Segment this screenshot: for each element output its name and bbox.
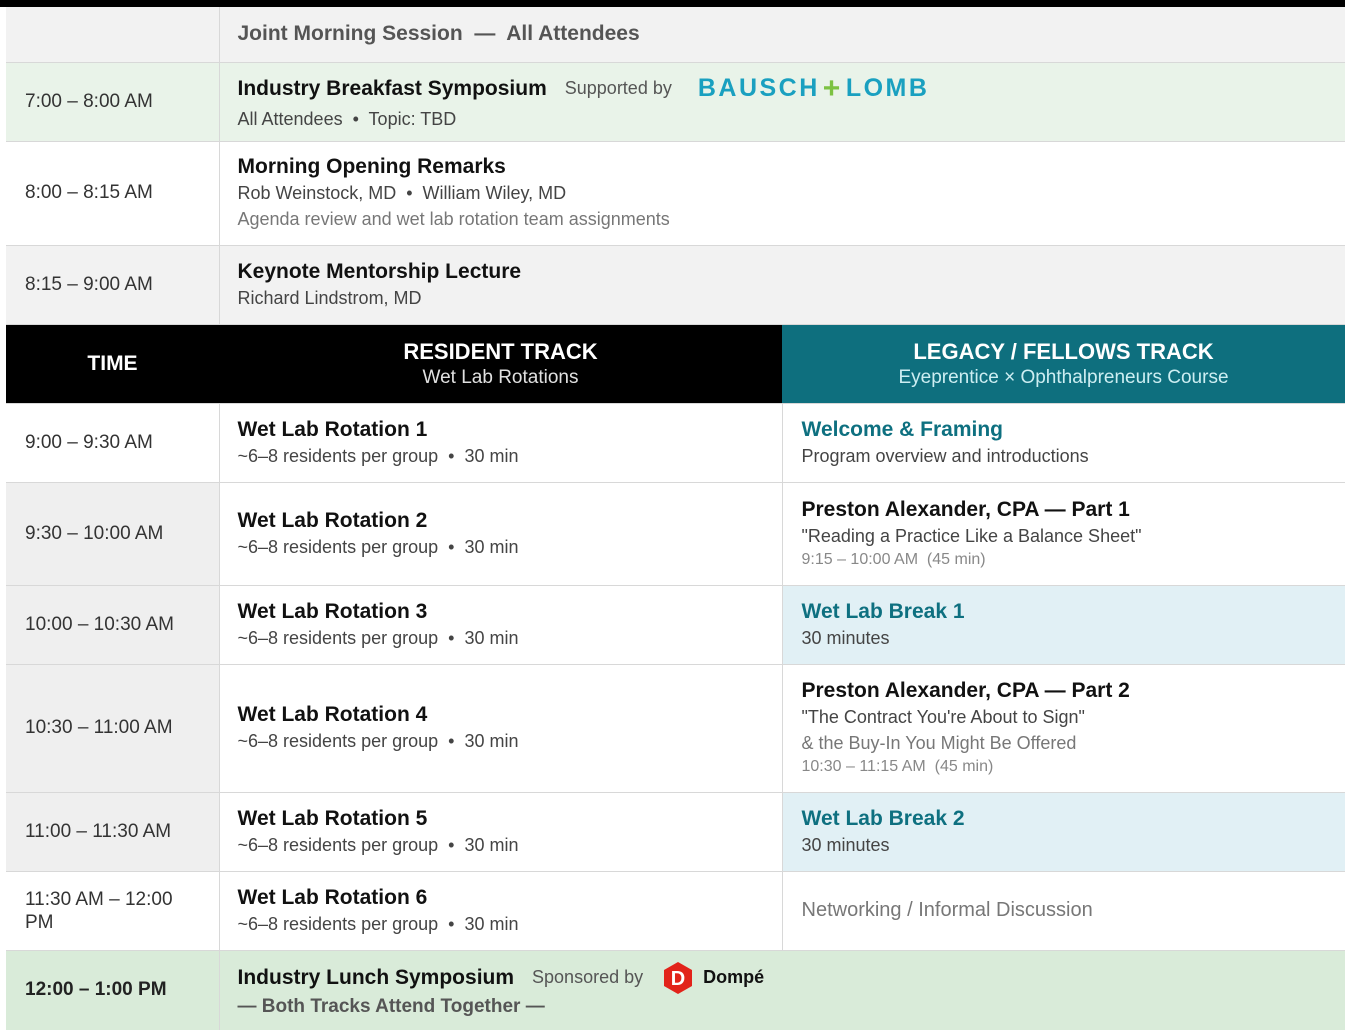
resident-cell: Wet Lab Rotation 1 ~6–8 residents per gr…: [219, 403, 782, 482]
joint-session-row: Joint Morning Session — All Attendees: [6, 7, 1345, 62]
joint-time-cell: [6, 7, 219, 62]
keynote-row: 8:15 – 9:00 AM Keynote Mentorship Lectur…: [6, 245, 1345, 324]
time-cell: 10:30 – 11:00 AM: [6, 664, 219, 792]
track-header-row: TIME RESIDENT TRACK Wet Lab Rotations LE…: [6, 324, 1345, 403]
opening-remarks-row: 8:00 – 8:15 AM Morning Opening Remarks R…: [6, 141, 1345, 245]
top-bar: [0, 0, 1345, 7]
time-cell: 9:30 – 10:00 AM: [6, 482, 219, 585]
legacy-session-time: 10:30 – 11:15 AM (45 min): [802, 756, 1345, 778]
dompe-name: Dompé: [703, 967, 764, 988]
legacy-break-cell: Wet Lab Break 1 30 minutes: [782, 585, 1345, 664]
resident-track-header: RESIDENT TRACK Wet Lab Rotations: [219, 324, 782, 403]
resident-cell: Wet Lab Rotation 2 ~6–8 residents per gr…: [219, 482, 782, 585]
keynote-title: Keynote Mentorship Lecture: [238, 259, 1345, 285]
joint-header-cell: Joint Morning Session — All Attendees: [219, 7, 1345, 62]
legacy-session-detail-2: & the Buy-In You Might Be Offered: [802, 730, 1345, 756]
legacy-break-cell: Wet Lab Break 2 30 minutes: [782, 792, 1345, 871]
resident-cell: Wet Lab Rotation 5 ~6–8 residents per gr…: [219, 792, 782, 871]
lunch-detail: — Both Tracks Attend Together —: [238, 995, 1345, 1019]
resident-session-detail: ~6–8 residents per group • 30 min: [238, 728, 782, 754]
resident-cell: Wet Lab Rotation 6 ~6–8 residents per gr…: [219, 871, 782, 950]
legacy-session-time: 9:15 – 10:00 AM (45 min): [802, 549, 1345, 571]
keynote-cell: Keynote Mentorship Lecture Richard Linds…: [219, 245, 1345, 324]
legacy-break-duration: 30 minutes: [802, 625, 1345, 651]
legacy-break-title: Wet Lab Break 1: [802, 599, 1345, 625]
resident-session-detail: ~6–8 residents per group • 30 min: [238, 625, 782, 651]
resident-track-subtitle: Wet Lab Rotations: [219, 366, 782, 390]
resident-session-detail: ~6–8 residents per group • 30 min: [238, 911, 782, 937]
time-cell: 8:15 – 9:00 AM: [6, 245, 219, 324]
legacy-cell: Welcome & Framing Program overview and i…: [782, 403, 1345, 482]
schedule-row: 10:00 – 10:30 AM Wet Lab Rotation 3 ~6–8…: [6, 585, 1345, 664]
resident-session-detail: ~6–8 residents per group • 30 min: [238, 443, 782, 469]
legacy-session-title: Welcome & Framing: [802, 417, 1345, 443]
lunch-row: 12:00 – 1:00 PM Industry Lunch Symposium…: [6, 950, 1345, 1030]
opening-note: Agenda review and wet lab rotation team …: [238, 206, 1345, 232]
resident-session-title: Wet Lab Rotation 3: [238, 599, 782, 625]
sponsored-by-label: Sponsored by: [532, 967, 643, 988]
legacy-session-detail: "The Contract You're About to Sign": [802, 704, 1345, 730]
schedule-row: 11:00 – 11:30 AM Wet Lab Rotation 5 ~6–8…: [6, 792, 1345, 871]
breakfast-row: 7:00 – 8:00 AM Industry Breakfast Sympos…: [6, 62, 1345, 141]
legacy-break-title: Wet Lab Break 2: [802, 806, 1345, 832]
lunch-title-line: Industry Lunch Symposium Sponsored by D …: [238, 961, 1345, 995]
resident-session-title: Wet Lab Rotation 6: [238, 885, 782, 911]
legacy-session-detail: "Reading a Practice Like a Balance Sheet…: [802, 523, 1345, 549]
dompe-shield-icon: D: [661, 961, 695, 995]
logo-text-right: LOMB: [846, 74, 930, 103]
resident-session-title: Wet Lab Rotation 4: [238, 702, 782, 728]
time-cell: 10:00 – 10:30 AM: [6, 585, 219, 664]
supported-by-label: Supported by: [565, 78, 672, 99]
time-cell: 12:00 – 1:00 PM: [6, 950, 219, 1030]
schedule-row: 11:30 AM – 12:00 PM Wet Lab Rotation 6 ~…: [6, 871, 1345, 950]
breakfast-detail: All Attendees • Topic: TBD: [238, 106, 1345, 132]
resident-cell: Wet Lab Rotation 4 ~6–8 residents per gr…: [219, 664, 782, 792]
networking-text: Networking / Informal Discussion: [802, 899, 1345, 922]
legacy-track-subtitle: Eyeprentice × Ophthalpreneurs Course: [782, 366, 1345, 390]
time-cell: 11:00 – 11:30 AM: [6, 792, 219, 871]
legacy-session-title: Preston Alexander, CPA — Part 2: [802, 678, 1345, 704]
time-cell: 8:00 – 8:15 AM: [6, 141, 219, 245]
resident-session-title: Wet Lab Rotation 1: [238, 417, 782, 443]
keynote-speaker: Richard Lindstrom, MD: [238, 285, 1345, 311]
legacy-break-duration: 30 minutes: [802, 832, 1345, 858]
legacy-cell: Networking / Informal Discussion: [782, 871, 1345, 950]
schedule-row: 9:00 – 9:30 AM Wet Lab Rotation 1 ~6–8 r…: [6, 403, 1345, 482]
time-cell: 11:30 AM – 12:00 PM: [6, 871, 219, 950]
lunch-cell: Industry Lunch Symposium Sponsored by D …: [219, 950, 1345, 1030]
bausch-lomb-logo: BAUSCH + LOMB: [698, 72, 930, 106]
legacy-cell: Preston Alexander, CPA — Part 1 "Reading…: [782, 482, 1345, 585]
breakfast-title: Industry Breakfast Symposium: [238, 76, 547, 102]
opening-cell: Morning Opening Remarks Rob Weinstock, M…: [219, 141, 1345, 245]
time-cell: 7:00 – 8:00 AM: [6, 62, 219, 141]
breakfast-cell: Industry Breakfast Symposium Supported b…: [219, 62, 1345, 141]
dompe-logo: D Dompé: [661, 961, 764, 995]
schedule-row: 10:30 – 11:00 AM Wet Lab Rotation 4 ~6–8…: [6, 664, 1345, 792]
time-cell: 9:00 – 9:30 AM: [6, 403, 219, 482]
opening-speakers: Rob Weinstock, MD • William Wiley, MD: [238, 180, 1345, 206]
lunch-title: Industry Lunch Symposium: [238, 965, 515, 991]
legacy-session-title: Preston Alexander, CPA — Part 1: [802, 497, 1345, 523]
legacy-track-title: LEGACY / FELLOWS TRACK: [782, 338, 1345, 366]
time-column-header: TIME: [6, 324, 219, 403]
resident-session-title: Wet Lab Rotation 5: [238, 806, 782, 832]
schedule-row: 9:30 – 10:00 AM Wet Lab Rotation 2 ~6–8 …: [6, 482, 1345, 585]
resident-session-detail: ~6–8 residents per group • 30 min: [238, 832, 782, 858]
resident-cell: Wet Lab Rotation 3 ~6–8 residents per gr…: [219, 585, 782, 664]
plus-icon: +: [823, 72, 843, 106]
legacy-track-header: LEGACY / FELLOWS TRACK Eyeprentice × Oph…: [782, 324, 1345, 403]
joint-session-title: Joint Morning Session — All Attendees: [238, 22, 640, 45]
dompe-letter: D: [671, 968, 685, 990]
breakfast-title-line: Industry Breakfast Symposium Supported b…: [238, 72, 1345, 106]
resident-session-title: Wet Lab Rotation 2: [238, 508, 782, 534]
resident-session-detail: ~6–8 residents per group • 30 min: [238, 534, 782, 560]
opening-title: Morning Opening Remarks: [238, 154, 1345, 180]
legacy-cell: Preston Alexander, CPA — Part 2 "The Con…: [782, 664, 1345, 792]
resident-track-title: RESIDENT TRACK: [219, 338, 782, 366]
legacy-session-detail: Program overview and introductions: [802, 443, 1345, 469]
logo-text-left: BAUSCH: [698, 74, 820, 103]
agenda-table: Joint Morning Session — All Attendees 7:…: [6, 7, 1345, 1030]
